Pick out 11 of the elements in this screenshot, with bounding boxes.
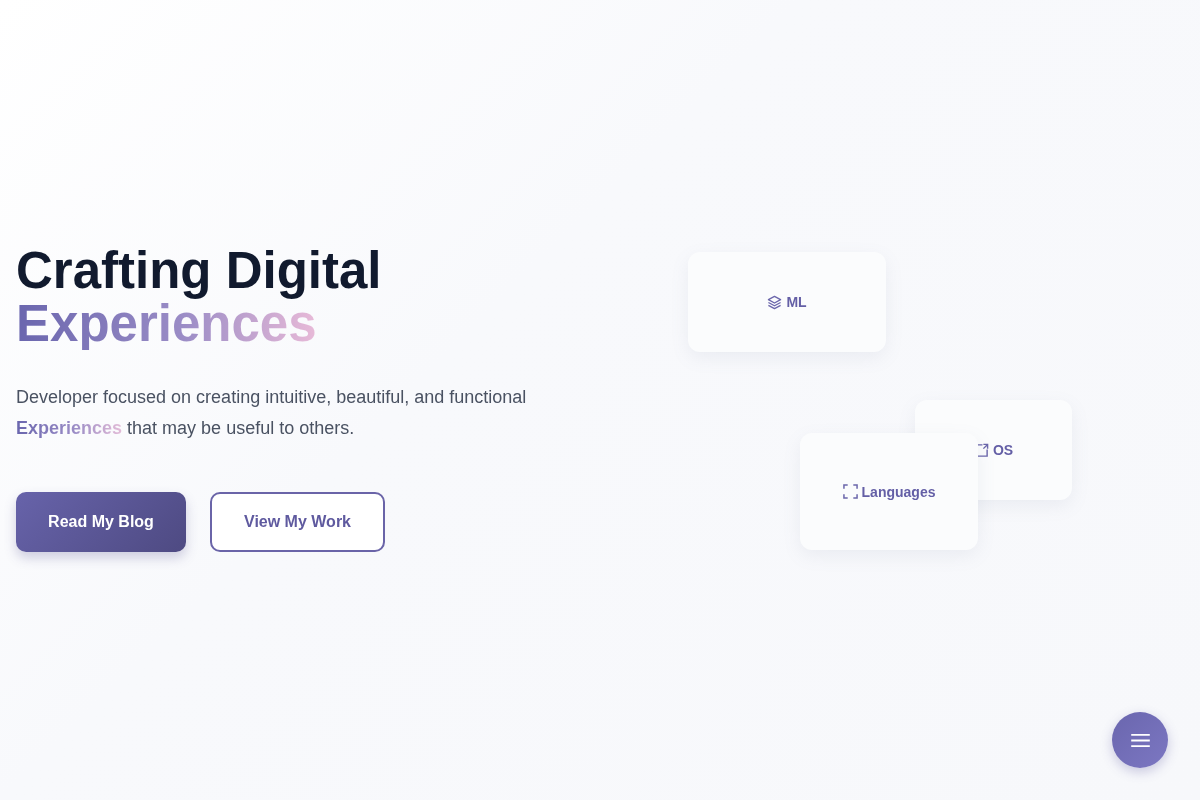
frame-corners-icon [842, 484, 858, 499]
menu-button[interactable] [1112, 712, 1168, 768]
layers-icon [767, 294, 783, 310]
hero-description: Developer focused on creating intuitive, beautiful, and functional Experiences that may be useful to others. [16, 386, 528, 440]
read-blog-button[interactable]: Read My Blog [16, 492, 186, 552]
card-label: OS [992, 442, 1014, 458]
card-label: Languages [861, 483, 936, 500]
card-label: ML [786, 294, 807, 310]
menu-icon [1130, 733, 1150, 747]
view-work-button[interactable]: View My Work [210, 492, 385, 552]
hero-title: Crafting Digital [16, 244, 382, 297]
